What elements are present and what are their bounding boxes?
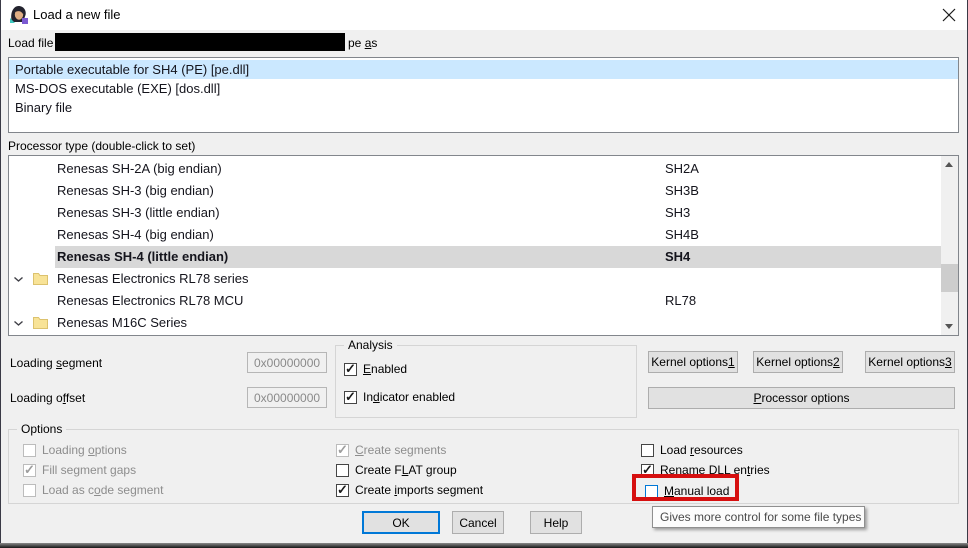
filetype-list: Portable executable for SH4 (PE) [pe.dll… xyxy=(8,57,959,133)
kernel-options-3-button[interactable]: Kernel options 3 xyxy=(865,351,955,373)
checkbox-unchecked-icon xyxy=(23,443,36,457)
checkbox-checked-icon[interactable] xyxy=(344,389,357,405)
processor-row[interactable]: Renesas SH-3 (big endian) SH3B xyxy=(9,180,958,202)
processor-row[interactable]: Renesas SH-3 (little endian) SH3 xyxy=(9,202,958,224)
analysis-group-title: Analysis xyxy=(344,338,397,352)
loading-options-checkbox: Loading options xyxy=(23,443,127,457)
processor-row-selected[interactable]: Renesas SH-4 (little endian) SH4 xyxy=(9,246,958,268)
create-segments-checkbox: Create segments xyxy=(336,442,446,458)
processor-options-button[interactable]: Processor options xyxy=(648,387,955,409)
kernel-options-1-button[interactable]: Kernel options 1 xyxy=(648,351,738,373)
checkbox-unchecked-icon xyxy=(23,483,36,497)
ok-button[interactable]: OK xyxy=(362,511,440,534)
scrollbar[interactable] xyxy=(941,156,958,335)
window-bottom-border xyxy=(0,543,968,548)
folder-icon xyxy=(33,273,48,285)
processor-row[interactable]: Renesas Electronics RL78 MCU RL78 xyxy=(9,290,958,312)
checkbox-checked-icon xyxy=(336,442,349,458)
scroll-up-icon[interactable] xyxy=(941,156,958,173)
kernel-options-2-button[interactable]: Kernel options 2 xyxy=(753,351,843,373)
annotation-rectangle xyxy=(632,474,739,501)
cancel-button[interactable]: Cancel xyxy=(452,511,504,534)
chevron-down-icon[interactable] xyxy=(13,320,24,327)
checkbox-checked-icon[interactable] xyxy=(336,482,349,498)
analysis-indicator-checkbox[interactable]: Indicator enabled xyxy=(344,389,455,405)
load-file-dialog: Load a new file Load file pe as Portable… xyxy=(0,0,968,548)
processor-row[interactable]: Renesas SH-4 (big endian) SH4B xyxy=(9,224,958,246)
chevron-down-icon[interactable] xyxy=(13,276,24,283)
scrollbar-thumb[interactable] xyxy=(941,264,958,292)
load-resources-checkbox[interactable]: Load resources xyxy=(641,443,743,457)
filetype-row-pe[interactable]: Portable executable for SH4 (PE) [pe.dll… xyxy=(9,60,958,79)
close-icon[interactable] xyxy=(941,7,957,23)
load-file-as-label: pe as xyxy=(348,36,378,50)
loading-offset-input[interactable] xyxy=(247,387,327,408)
processor-list: Renesas SH-2A (big endian) SH2A Renesas … xyxy=(8,155,959,336)
options-group: Options Loading options Fill segment gap… xyxy=(8,422,959,504)
options-group-title: Options xyxy=(17,422,67,436)
ida-app-icon xyxy=(9,5,28,24)
checkbox-unchecked-icon[interactable] xyxy=(641,443,654,457)
filetype-row-msdos[interactable]: MS-DOS executable (EXE) [dos.dll] xyxy=(9,79,958,98)
tooltip: Gives more control for some file types xyxy=(652,506,865,528)
scroll-down-icon[interactable] xyxy=(941,318,958,335)
processor-folder-row[interactable]: Renesas Electronics RL78 series xyxy=(9,268,958,290)
checkbox-checked-icon[interactable] xyxy=(344,361,357,377)
loading-segment-label: Loading segment xyxy=(10,356,103,370)
window-titlebar: Load a new file xyxy=(1,0,967,30)
help-button[interactable]: Help xyxy=(530,511,582,534)
window-left-border xyxy=(0,0,1,548)
loading-segment-input[interactable] xyxy=(247,352,327,373)
loading-offset-label: Loading offset xyxy=(10,391,86,405)
filetype-row-binary[interactable]: Binary file xyxy=(9,98,958,117)
processor-row[interactable]: Renesas SH-2A (big endian) SH2A xyxy=(9,158,958,180)
checkbox-checked-icon xyxy=(23,462,36,478)
analysis-group: Analysis Enabled Indicator enabled xyxy=(335,338,637,418)
load-file-label: Load file xyxy=(8,36,54,50)
load-as-code-segment-checkbox: Load as code segment xyxy=(23,483,163,497)
processor-type-label: Processor type (double-click to set) xyxy=(8,139,196,153)
create-flat-group-checkbox[interactable]: Create FLAT group xyxy=(336,463,457,477)
analysis-enabled-checkbox[interactable]: Enabled xyxy=(344,361,407,377)
processor-folder-row[interactable]: Renesas M16C Series xyxy=(9,312,958,334)
create-imports-segment-checkbox[interactable]: Create imports segment xyxy=(336,482,483,498)
redacted-file-path xyxy=(55,33,345,51)
fill-segment-gaps-checkbox: Fill segment gaps xyxy=(23,462,136,478)
window-title: Load a new file xyxy=(33,7,121,22)
checkbox-unchecked-icon[interactable] xyxy=(336,463,349,477)
folder-icon xyxy=(33,317,48,329)
